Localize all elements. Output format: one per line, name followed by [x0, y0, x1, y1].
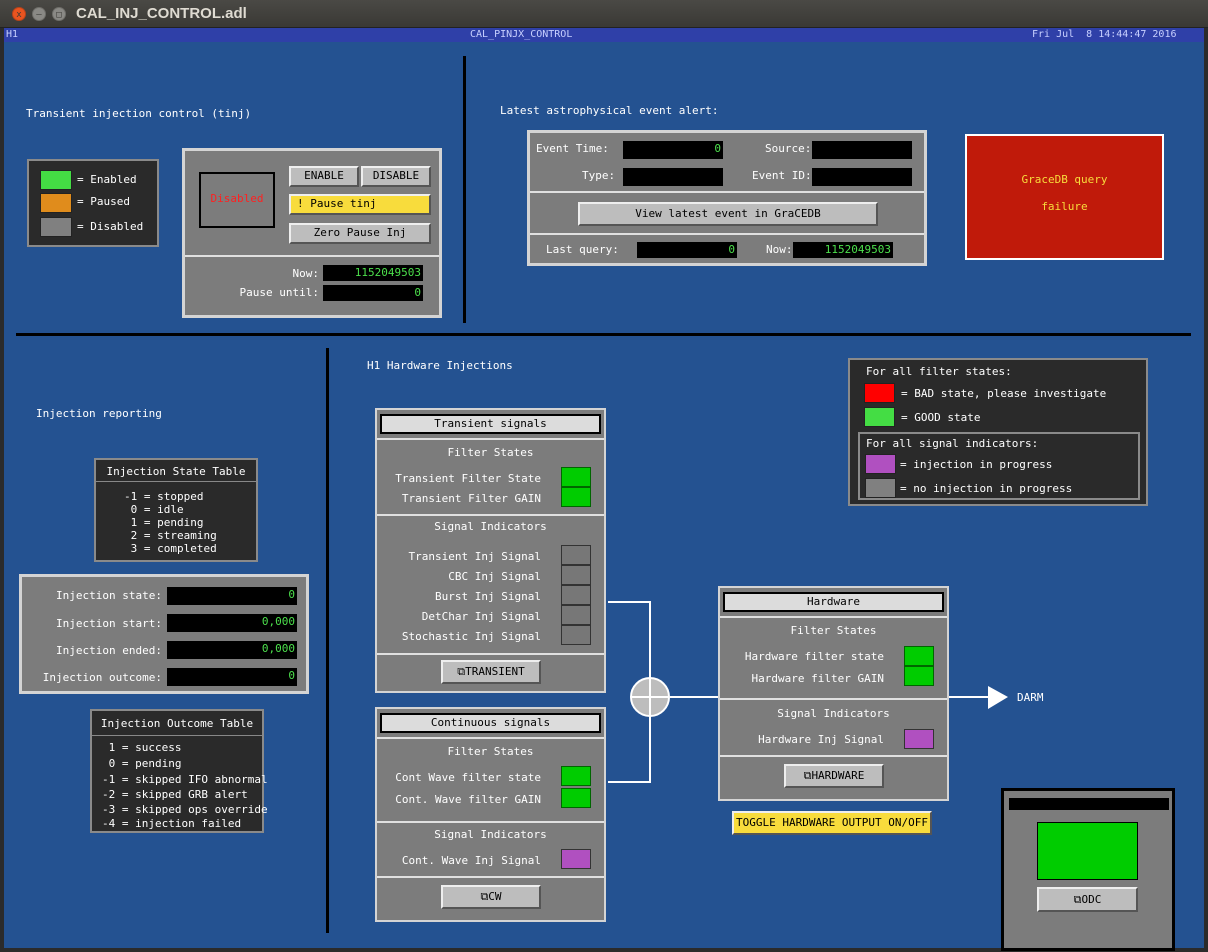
medm-canvas: H1 CAL_PINJX_CONTROL Fri Jul 8 14:44:47 … — [4, 28, 1204, 951]
odc-panel: ⧉ODC — [1001, 788, 1175, 951]
maximize-icon[interactable]: □ — [52, 7, 66, 21]
odc-button-label: ODC — [1081, 893, 1102, 906]
window-titlebar: x – □ CAL_INJ_CONTROL.adl — [0, 0, 1208, 28]
darm-label: DARM — [1017, 691, 1044, 704]
close-icon[interactable]: x — [12, 7, 26, 21]
odc-button[interactable]: ⧉ODC — [1037, 887, 1138, 912]
odc-bar — [1009, 798, 1169, 810]
minimize-icon[interactable]: – — [32, 7, 46, 21]
darm-arrow-icon — [988, 686, 1008, 709]
window-title: CAL_INJ_CONTROL.adl — [76, 5, 247, 22]
odc-status-indicator — [1037, 822, 1138, 880]
